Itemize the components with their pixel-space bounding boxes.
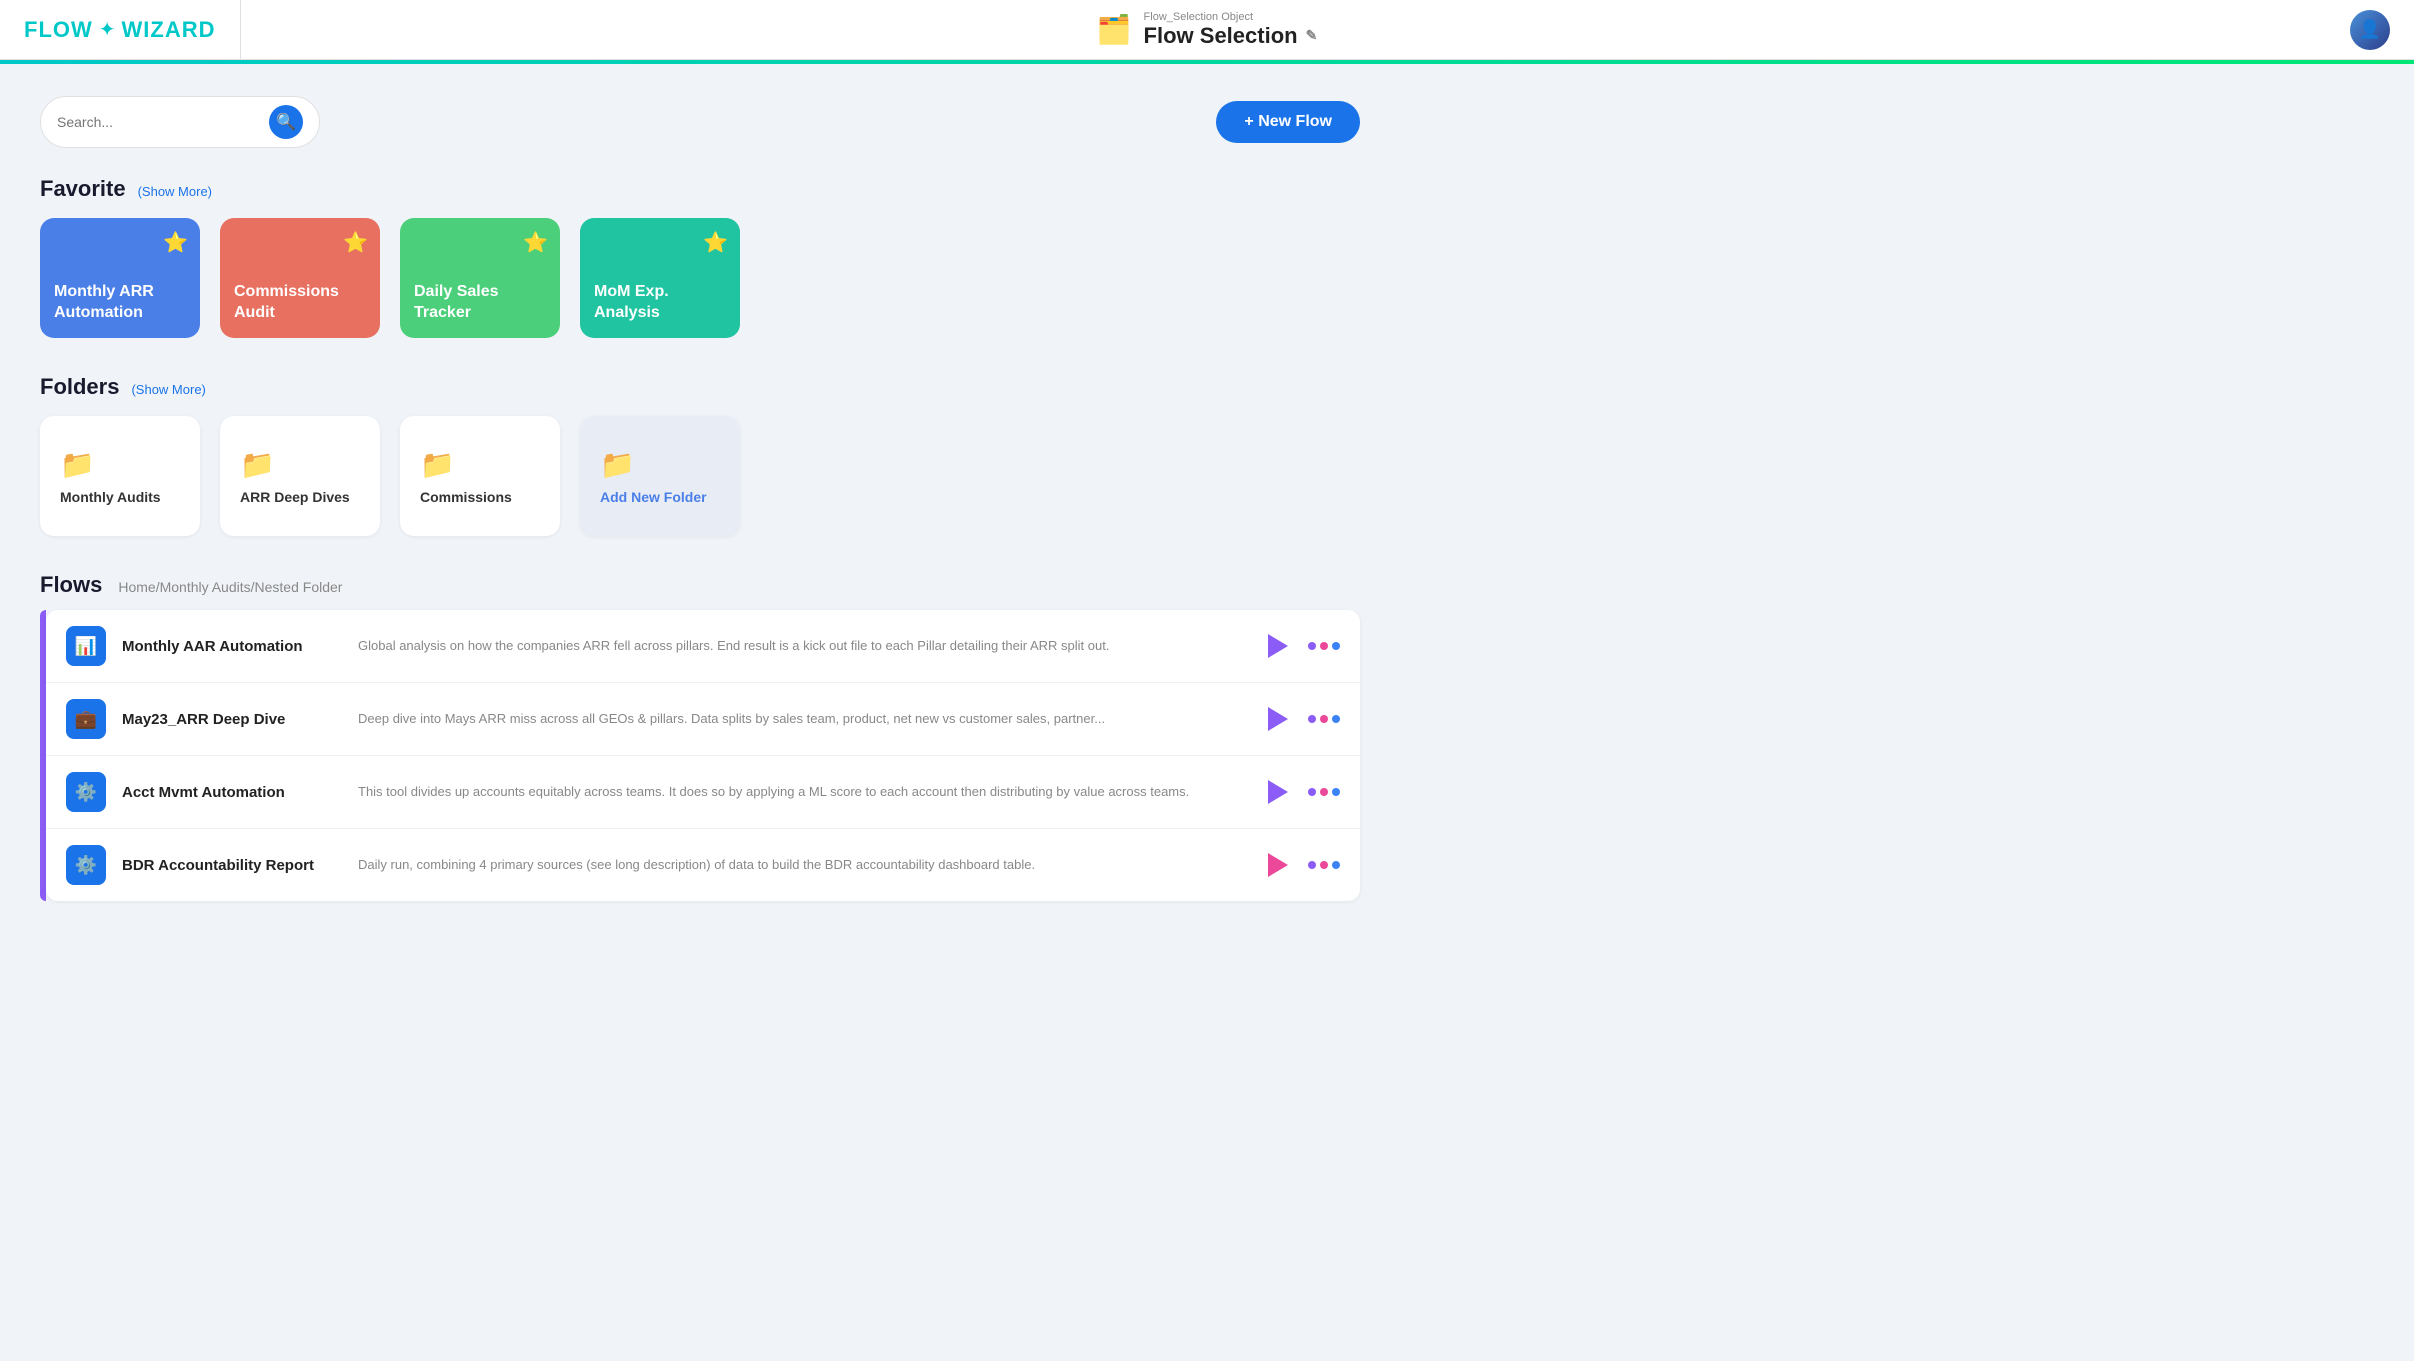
flow-icon-gear: ⚙️ xyxy=(66,772,106,812)
play-triangle-icon xyxy=(1268,780,1288,804)
folder-name: Monthly Audits xyxy=(60,489,161,505)
flow-actions xyxy=(1260,628,1340,664)
add-folder-icon: 📁 xyxy=(600,448,635,481)
flow-name: Monthly AAR Automation xyxy=(122,638,342,655)
flow-actions xyxy=(1260,774,1340,810)
flow-name: Acct Mvmt Automation xyxy=(122,784,342,801)
play-button[interactable] xyxy=(1260,774,1296,810)
edit-title-icon[interactable]: ✎ xyxy=(1306,27,1318,44)
flow-icon-chart: 📊 xyxy=(66,626,106,666)
flow-description: Global analysis on how the companies ARR… xyxy=(358,636,1244,656)
flow-description: Daily run, combining 4 primary sources (… xyxy=(358,855,1244,875)
fav-card-commissions-audit[interactable]: ⭐ Commissions Audit xyxy=(220,218,380,338)
main-content: 🔍 + New Flow Favorite (Show More) ⭐ Mont… xyxy=(0,64,1400,933)
header: FLOW ✦ WIZARD 🗂️ Flow_Selection Object F… xyxy=(0,0,2414,60)
fav-star-icon: ⭐ xyxy=(523,230,548,255)
play-button[interactable] xyxy=(1260,847,1296,883)
header-title-group: Flow_Selection Object Flow Selection ✎ xyxy=(1144,11,1318,49)
folder-icon: 📁 xyxy=(240,448,275,481)
folder-name: Commissions xyxy=(420,489,512,505)
flows-breadcrumb: Home/Monthly Audits/Nested Folder xyxy=(118,579,342,595)
flow-item: ⚙️ Acct Mvmt Automation This tool divide… xyxy=(46,756,1360,829)
folders-title: Folders xyxy=(40,374,119,400)
fav-card-label: Daily Sales Tracker xyxy=(414,282,546,324)
flow-actions xyxy=(1260,847,1340,883)
search-bar-container: 🔍 + New Flow xyxy=(40,96,1360,148)
dot-icon xyxy=(1332,861,1340,869)
fav-star-icon: ⭐ xyxy=(343,230,368,255)
flow-icon-gear: ⚙️ xyxy=(66,845,106,885)
dot-icon xyxy=(1320,788,1328,796)
folder-monthly-audits[interactable]: 📁 Monthly Audits xyxy=(40,416,200,536)
flows-wrapper: 📊 Monthly AAR Automation Global analysis… xyxy=(40,610,1360,901)
search-input[interactable] xyxy=(57,114,261,130)
play-triangle-icon xyxy=(1268,634,1288,658)
header-subtitle: Flow_Selection Object xyxy=(1144,11,1318,23)
more-options-button[interactable] xyxy=(1308,642,1340,650)
favorites-show-more[interactable]: (Show More) xyxy=(138,184,212,199)
logo-wizard-text: WIZARD xyxy=(122,17,216,43)
header-center: 🗂️ Flow_Selection Object Flow Selection … xyxy=(1097,11,1318,49)
flow-actions xyxy=(1260,701,1340,737)
fav-card-mom-exp[interactable]: ⭐ MoM Exp. Analysis xyxy=(580,218,740,338)
flow-description: Deep dive into Mays ARR miss across all … xyxy=(358,709,1244,729)
add-folder-name: Add New Folder xyxy=(600,489,707,505)
folder-arr-deep-dives[interactable]: 📁 ARR Deep Dives xyxy=(220,416,380,536)
fav-card-label: MoM Exp. Analysis xyxy=(594,282,726,324)
favorites-grid: ⭐ Monthly ARR Automation ⭐ Commissions A… xyxy=(40,218,1360,338)
dot-icon xyxy=(1332,788,1340,796)
play-triangle-icon xyxy=(1268,707,1288,731)
search-button[interactable]: 🔍 xyxy=(269,105,303,139)
flow-name: BDR Accountability Report xyxy=(122,857,342,874)
more-options-button[interactable] xyxy=(1308,788,1340,796)
folders-section-header: Folders (Show More) xyxy=(40,374,1360,400)
flow-name: May23_ARR Deep Dive xyxy=(122,711,342,728)
fav-card-monthly-arr[interactable]: ⭐ Monthly ARR Automation xyxy=(40,218,200,338)
dot-icon xyxy=(1308,642,1316,650)
flow-item: ⚙️ BDR Accountability Report Daily run, … xyxy=(46,829,1360,901)
flow-icon-briefcase: 💼 xyxy=(66,699,106,739)
flows-list: 📊 Monthly AAR Automation Global analysis… xyxy=(46,610,1360,901)
play-button[interactable] xyxy=(1260,701,1296,737)
logo: FLOW ✦ WIZARD xyxy=(0,0,241,59)
logo-flow-text: FLOW xyxy=(24,17,93,43)
flow-selection-icon: 🗂️ xyxy=(1097,13,1132,46)
header-title: Flow Selection ✎ xyxy=(1144,23,1318,49)
folder-commissions[interactable]: 📁 Commissions xyxy=(400,416,560,536)
fav-star-icon: ⭐ xyxy=(163,230,188,255)
flows-title: Flows xyxy=(40,572,102,598)
logo-lightning-icon: ✦ xyxy=(99,17,116,42)
folders-grid: 📁 Monthly Audits 📁 ARR Deep Dives 📁 Comm… xyxy=(40,416,1360,536)
folder-name: ARR Deep Dives xyxy=(240,489,350,505)
favorites-title: Favorite xyxy=(40,176,126,202)
flow-description: This tool divides up accounts equitably … xyxy=(358,782,1244,802)
search-bar: 🔍 xyxy=(40,96,320,148)
dot-icon xyxy=(1320,642,1328,650)
flow-item: 💼 May23_ARR Deep Dive Deep dive into May… xyxy=(46,683,1360,756)
flow-item: 📊 Monthly AAR Automation Global analysis… xyxy=(46,610,1360,683)
dot-icon xyxy=(1308,861,1316,869)
play-triangle-icon xyxy=(1268,853,1288,877)
more-options-button[interactable] xyxy=(1308,715,1340,723)
dot-icon xyxy=(1320,861,1328,869)
favorites-section-header: Favorite (Show More) xyxy=(40,176,1360,202)
fav-card-label: Commissions Audit xyxy=(234,282,366,324)
fav-card-label: Monthly ARR Automation xyxy=(54,282,186,324)
flows-section-header: Flows Home/Monthly Audits/Nested Folder xyxy=(40,572,1360,598)
new-flow-button[interactable]: + New Flow xyxy=(1216,101,1360,143)
play-button[interactable] xyxy=(1260,628,1296,664)
folder-icon: 📁 xyxy=(60,448,95,481)
dot-icon xyxy=(1332,715,1340,723)
add-new-folder-card[interactable]: 📁 Add New Folder xyxy=(580,416,740,536)
avatar[interactable]: 👤 xyxy=(2350,10,2390,50)
dot-icon xyxy=(1332,642,1340,650)
dot-icon xyxy=(1308,788,1316,796)
folders-show-more[interactable]: (Show More) xyxy=(131,382,205,397)
folder-icon: 📁 xyxy=(420,448,455,481)
fav-card-daily-sales[interactable]: ⭐ Daily Sales Tracker xyxy=(400,218,560,338)
dot-icon xyxy=(1320,715,1328,723)
dot-icon xyxy=(1308,715,1316,723)
more-options-button[interactable] xyxy=(1308,861,1340,869)
fav-star-icon: ⭐ xyxy=(703,230,728,255)
